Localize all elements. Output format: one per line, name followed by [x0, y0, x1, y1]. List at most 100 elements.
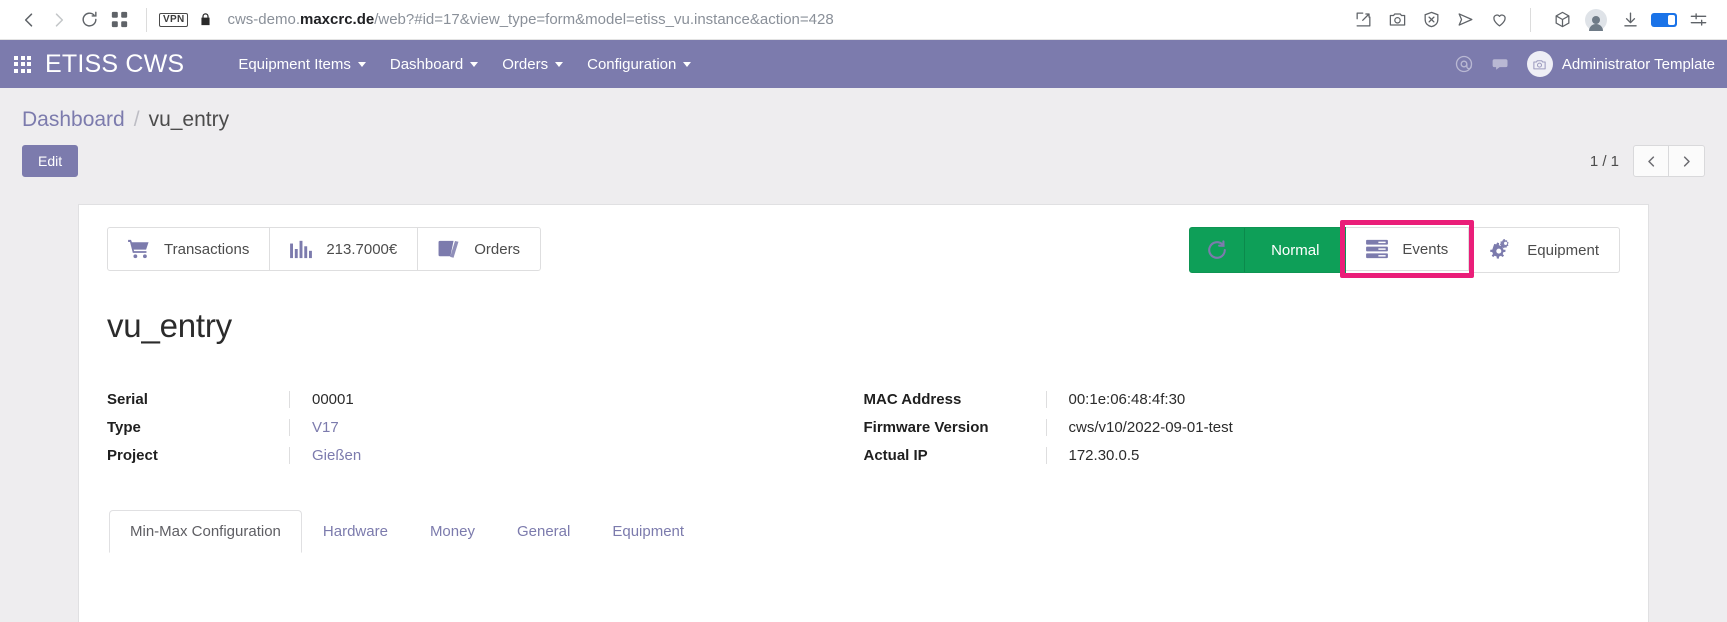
main-menu: Equipment Items Dashboard Orders Configu…: [226, 50, 703, 79]
field-project: Project Gießen: [107, 447, 864, 464]
status-button-label: Normal: [1271, 241, 1320, 259]
annotate-icon[interactable]: [1348, 5, 1378, 35]
url-suffix: /web?#id=17&view_type=form&model=etiss_v…: [374, 11, 834, 28]
field-label: Actual IP: [863, 447, 928, 464]
action-button-label: Events: [1402, 240, 1449, 258]
control-panel-actions: Edit 1 / 1: [22, 145, 1705, 177]
server-list-icon: [1366, 239, 1389, 259]
shopping-cart-icon: [128, 239, 150, 259]
stat-button-revenue[interactable]: 213.7000€: [270, 228, 419, 270]
pager-previous-button[interactable]: [1633, 145, 1669, 177]
chevron-down-icon: [555, 61, 564, 67]
field-value: 172.30.0.5: [1045, 447, 1621, 464]
screenshot-icon[interactable]: [1382, 5, 1412, 35]
cogs-icon: [1489, 239, 1513, 261]
apps-grid-icon[interactable]: [14, 55, 31, 73]
chevron-down-icon: [357, 61, 366, 67]
breadcrumb-parent[interactable]: Dashboard: [22, 108, 125, 132]
field-value: 00001: [289, 391, 864, 408]
url-prefix: cws-demo.: [227, 11, 300, 28]
button-box-row: Transactions 213.7000€ Orders Normal Eve…: [107, 220, 1620, 278]
field-label: MAC Address: [863, 391, 962, 408]
at-mention-icon[interactable]: [1454, 54, 1474, 74]
heart-icon[interactable]: [1484, 5, 1514, 35]
browser-toolbar: VPN cws-demo.maxcrc.de/web?#id=17&view_t…: [0, 0, 1727, 40]
pager-buttons: [1633, 145, 1705, 177]
stat-button-label: Orders: [474, 240, 521, 258]
field-label: Firmware Version: [863, 419, 989, 436]
field-mac-address: MAC Address 00:1e:06:48:4f:30: [864, 391, 1621, 408]
cube-icon[interactable]: [1547, 5, 1577, 35]
menu-item-orders[interactable]: Orders: [490, 50, 575, 79]
page-title: vu_entry: [107, 307, 232, 344]
menu-item-dashboard[interactable]: Dashboard: [378, 50, 490, 79]
action-button-events[interactable]: Events: [1340, 220, 1475, 278]
field-value[interactable]: Gießen: [289, 447, 864, 464]
toolbar-divider-2: [1530, 7, 1531, 32]
menu-label: Orders: [502, 55, 549, 73]
sheet-inner: Transactions 213.7000€ Orders Normal Eve…: [79, 220, 1648, 553]
chevron-down-icon: [470, 61, 479, 67]
tab-equipment[interactable]: Equipment: [591, 510, 705, 553]
field-firmware-version: Firmware Version cws/v10/2022-09-01-test: [864, 419, 1621, 436]
fields-right-column: MAC Address 00:1e:06:48:4f:30 Firmware V…: [864, 391, 1621, 464]
stat-button-transactions[interactable]: Transactions: [108, 228, 271, 270]
chevron-down-icon: [683, 61, 692, 67]
tab-overview-button[interactable]: [104, 5, 134, 35]
fields-left-column: Serial 00001 Type V17 Project Gießen: [107, 391, 864, 464]
record-sheet: Transactions 213.7000€ Orders Normal Eve…: [78, 204, 1649, 622]
tab-money[interactable]: Money: [409, 510, 496, 553]
chat-bubble-icon[interactable]: [1490, 54, 1511, 75]
stat-button-orders[interactable]: Orders: [418, 228, 540, 270]
form-view-area: Transactions 213.7000€ Orders Normal Eve…: [0, 204, 1727, 622]
field-value: 00:1e:06:48:4f:30: [1045, 391, 1621, 408]
field-value[interactable]: V17: [289, 419, 864, 436]
action-button-label: Equipment: [1527, 241, 1599, 259]
back-button[interactable]: [14, 5, 44, 35]
stat-button-label: Transactions: [164, 240, 250, 258]
app-brand-title[interactable]: ETISS CWS: [45, 50, 184, 79]
field-label: Type: [107, 419, 141, 436]
user-name-label: Administrator Template: [1561, 55, 1715, 73]
url-domain: maxcrc.de: [300, 11, 375, 28]
menu-item-equipment-items[interactable]: Equipment Items: [226, 50, 378, 79]
navbar-right: Administrator Template: [1454, 51, 1715, 77]
address-bar[interactable]: cws-demo.maxcrc.de/web?#id=17&view_type=…: [227, 11, 1348, 28]
adblock-icon[interactable]: [1416, 5, 1446, 35]
field-value: cws/v10/2022-09-01-test: [1045, 419, 1621, 436]
tab-general[interactable]: General: [496, 510, 591, 553]
user-menu[interactable]: Administrator Template: [1526, 51, 1715, 77]
record-pager: 1 / 1: [1590, 145, 1705, 177]
downloads-icon[interactable]: [1615, 5, 1645, 35]
pager-next-button[interactable]: [1669, 145, 1705, 177]
field-actual-ip: Actual IP 172.30.0.5: [864, 447, 1621, 464]
tab-min-max-configuration[interactable]: Min-Max Configuration: [109, 510, 302, 553]
edit-button[interactable]: Edit: [22, 145, 79, 177]
book-icon: [438, 239, 460, 259]
breadcrumb-current: vu_entry: [148, 108, 230, 131]
stat-button-label: 213.7000€: [326, 240, 398, 258]
lock-icon[interactable]: [198, 12, 213, 27]
stat-button-group: Transactions 213.7000€ Orders: [107, 227, 542, 271]
field-label: Serial: [107, 391, 148, 408]
battery-icon[interactable]: [1649, 5, 1679, 35]
field-label: Project: [107, 447, 158, 464]
forward-button[interactable]: [44, 5, 74, 35]
record-action-group: Normal Events Equipment: [1189, 220, 1620, 278]
avatar: [1526, 51, 1553, 77]
breadcrumb: Dashboard / vu_entry: [22, 88, 1705, 132]
menu-label: Equipment Items: [238, 55, 351, 73]
status-button-normal[interactable]: Normal: [1189, 227, 1347, 273]
send-icon[interactable]: [1450, 5, 1480, 35]
control-panel: Dashboard / vu_entry Edit 1 / 1: [0, 88, 1727, 204]
action-button-equipment[interactable]: Equipment: [1469, 227, 1620, 273]
breadcrumb-separator: /: [133, 108, 140, 131]
profile-avatar-icon[interactable]: [1581, 5, 1611, 35]
vpn-badge[interactable]: VPN: [159, 12, 189, 27]
reload-button[interactable]: [74, 5, 104, 35]
settings-sliders-icon[interactable]: [1683, 5, 1713, 35]
tab-hardware[interactable]: Hardware: [302, 510, 409, 553]
field-serial: Serial 00001: [107, 391, 864, 408]
menu-item-configuration[interactable]: Configuration: [575, 50, 703, 79]
menu-label: Dashboard: [389, 55, 464, 73]
